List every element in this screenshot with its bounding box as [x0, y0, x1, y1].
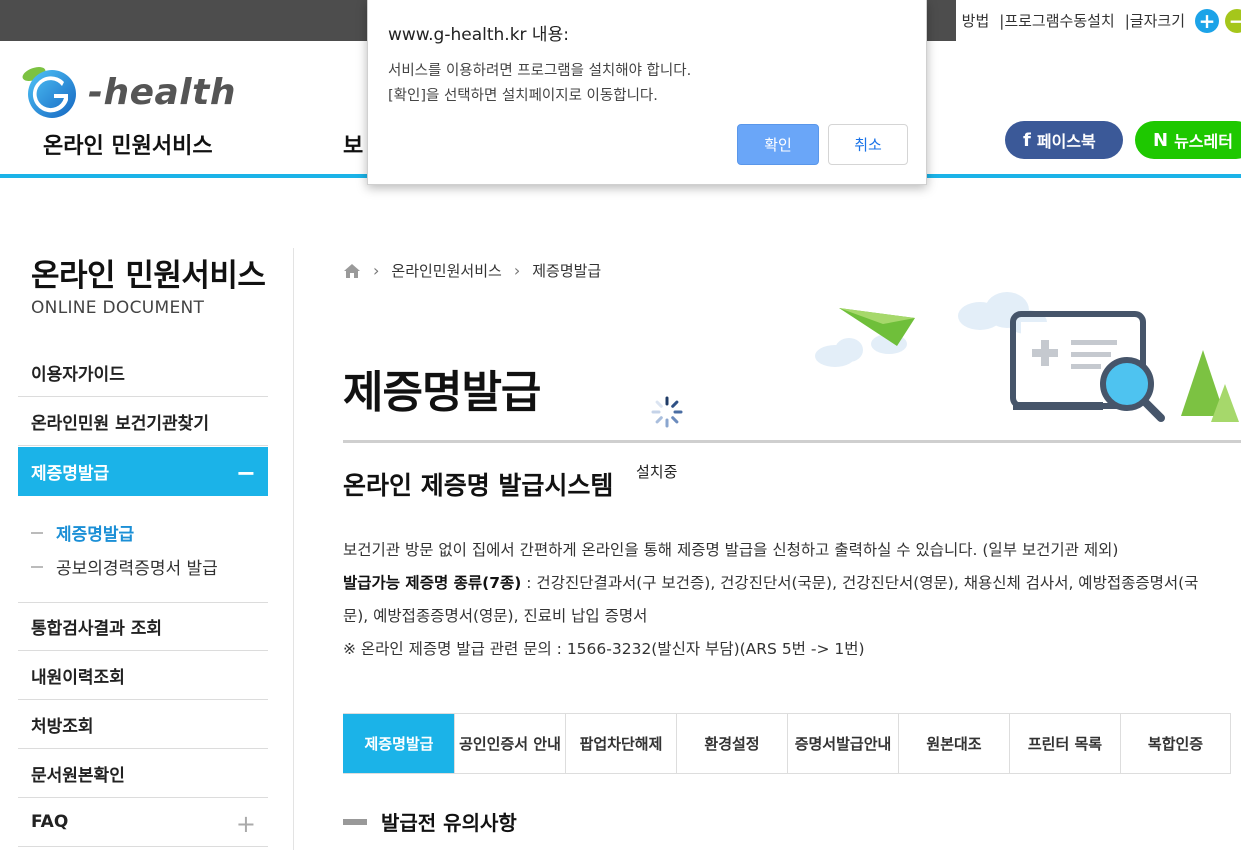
cancel-button[interactable]: 취소	[828, 124, 908, 165]
sidebar-item-label: FAQ	[31, 812, 69, 832]
tab-popup-unblock[interactable]: 팝업차단해제	[565, 714, 676, 773]
tab-cert-guide[interactable]: 공인인증서 안내	[454, 714, 565, 773]
newsletter-button[interactable]: N 뉴스레터	[1135, 121, 1241, 159]
tab-original-compare[interactable]: 원본대조	[898, 714, 1009, 773]
certificate-types-label: 발급가능 제증명 종류(7종)	[343, 574, 522, 592]
collapse-icon[interactable]: −	[236, 459, 256, 487]
font-increase-icon[interactable]: +	[1195, 8, 1219, 33]
dash-icon	[31, 531, 43, 534]
sidebar-item-prescription[interactable]: 처방조회	[18, 700, 268, 749]
facebook-label: 페이스북	[1036, 132, 1096, 151]
util-link-font-size: |글자크기	[1124, 12, 1185, 30]
sidebar-item-label: 문서원본확인	[31, 765, 125, 786]
tab-printer-list[interactable]: 프린터 목록	[1009, 714, 1120, 773]
site-logo[interactable]: -health	[18, 64, 236, 120]
util-link-method[interactable]: 방법	[962, 10, 990, 31]
home-icon[interactable]	[343, 263, 361, 279]
tab-combined-auth[interactable]: 복합인증	[1120, 714, 1231, 773]
page-title: 제증명발급	[343, 367, 541, 418]
contact-info: ※ 온라인 제증명 발급 관련 문의 : 1566-3232(발신자 부담)(A…	[343, 640, 865, 658]
sidebar-item-find-facility[interactable]: 온라인민원 보건기관찾기	[18, 397, 268, 446]
installing-label: 설치중	[636, 463, 678, 481]
breadcrumb-current: 제증명발급	[532, 262, 602, 280]
newsletter-icon: N	[1153, 129, 1169, 151]
tab-issue-guide[interactable]: 증명서발급안내	[787, 714, 898, 773]
sidebar-item-label: 처방조회	[31, 716, 94, 737]
chevron-right-icon: ›	[373, 261, 380, 280]
font-decrease-icon[interactable]: −	[1225, 8, 1241, 33]
sidebar-item-label: 이용자가이드	[31, 364, 125, 385]
sidebar-title: 온라인 민원서비스	[31, 258, 266, 294]
notice-heading-label: 발급전 유의사항	[381, 811, 517, 835]
certificate-types-list: : 건강진단결과서(구 보건증), 건강진단서(국문), 건강진단서(영문), …	[521, 574, 1199, 592]
gnb-menu-2[interactable]: 보	[343, 128, 363, 160]
sidebar-item-certificate[interactable]: 제증명발급 −	[18, 447, 268, 496]
service-description: 보건기관 방문 없이 집에서 간편하게 온라인을 통해 제증명 발급을 신청하고…	[343, 541, 1119, 559]
sidebar-item-label: 제증명발급	[31, 464, 110, 484]
g-logo-icon	[22, 67, 76, 118]
tree-icon	[1181, 350, 1239, 422]
certificate-types: 발급가능 제증명 종류(7종) : 건강진단결과서(구 보건증), 건강진단서(…	[343, 571, 1198, 593]
tab-settings[interactable]: 환경설정	[676, 714, 787, 773]
sidebar-item-label: 내원이력조회	[31, 667, 125, 688]
magnifier-icon	[1100, 357, 1165, 422]
heading-bar-icon	[343, 818, 367, 825]
tab-certificate[interactable]: 제증명발급	[343, 714, 454, 773]
dialog-title: www.g-health.kr 내용:	[388, 25, 569, 45]
sidebar-item-doc-verify[interactable]: 문서원본확인	[18, 749, 268, 798]
sidebar-item-test-results[interactable]: 통합검사결과 조회	[18, 602, 268, 651]
certificate-illustration	[815, 292, 1239, 422]
utility-links: 방법 |프로그램수동설치 |글자크기 + −	[955, 0, 1241, 41]
certificate-tabs: 제증명발급 공인인증서 안내 팝업차단해제 환경설정 증명서발급안내 원본대조 …	[343, 713, 1231, 774]
facebook-button[interactable]: f 페이스북	[1005, 121, 1123, 159]
certificate-types-cont: 문), 예방접종증명서(영문), 진료비 납입 증명서	[343, 607, 648, 625]
sub-item-career-certificate[interactable]: 공보의경력증명서 발급	[31, 554, 218, 579]
notice-heading: 발급전 유의사항	[343, 807, 517, 836]
sidebar-item-label: 온라인민원 보건기관찾기	[31, 413, 209, 434]
sidebar-subtitle: ONLINE DOCUMENT	[31, 298, 205, 318]
sidebar-item-label: 통합검사결과 조회	[31, 619, 163, 639]
breadcrumb-item[interactable]: 온라인민원서비스	[391, 260, 501, 281]
gnb-online-service[interactable]: 온라인 민원서비스	[43, 128, 213, 160]
logo-text: -health	[88, 71, 236, 113]
sidebar-item-visit-history[interactable]: 내원이력조회	[18, 651, 268, 700]
section-title: 온라인 제증명 발급시스템	[343, 471, 614, 500]
sidebar-item-faq[interactable]: FAQ +	[18, 798, 268, 847]
title-divider	[343, 440, 1241, 443]
breadcrumb: › 온라인민원서비스 › 제증명발급	[343, 260, 601, 281]
facebook-icon: f	[1023, 129, 1031, 151]
expand-icon[interactable]: +	[236, 810, 256, 838]
util-link-manual-install[interactable]: |프로그램수동설치	[999, 10, 1114, 31]
dash-icon	[31, 565, 43, 568]
sidebar-item-user-guide[interactable]: 이용자가이드	[18, 348, 268, 397]
loading-spinner-icon	[651, 396, 683, 428]
chevron-right-icon: ›	[513, 261, 521, 280]
dialog-message-line2: [확인]을 선택하면 설치페이지로 이동합니다.	[388, 88, 658, 104]
sub-item-label: 공보의경력증명서 발급	[56, 559, 218, 579]
sidebar-divider	[293, 248, 294, 850]
ok-button[interactable]: 확인	[737, 124, 819, 165]
sub-item-label: 제증명발급	[56, 525, 135, 545]
confirm-dialog: www.g-health.kr 내용: 서비스를 이용하려면 프로그램을 설치해…	[367, 0, 927, 185]
newsletter-label: 뉴스레터	[1174, 132, 1233, 151]
sub-item-certificate[interactable]: 제증명발급	[31, 520, 134, 545]
dialog-message-line1: 서비스를 이용하려면 프로그램을 설치해야 합니다.	[388, 63, 692, 79]
